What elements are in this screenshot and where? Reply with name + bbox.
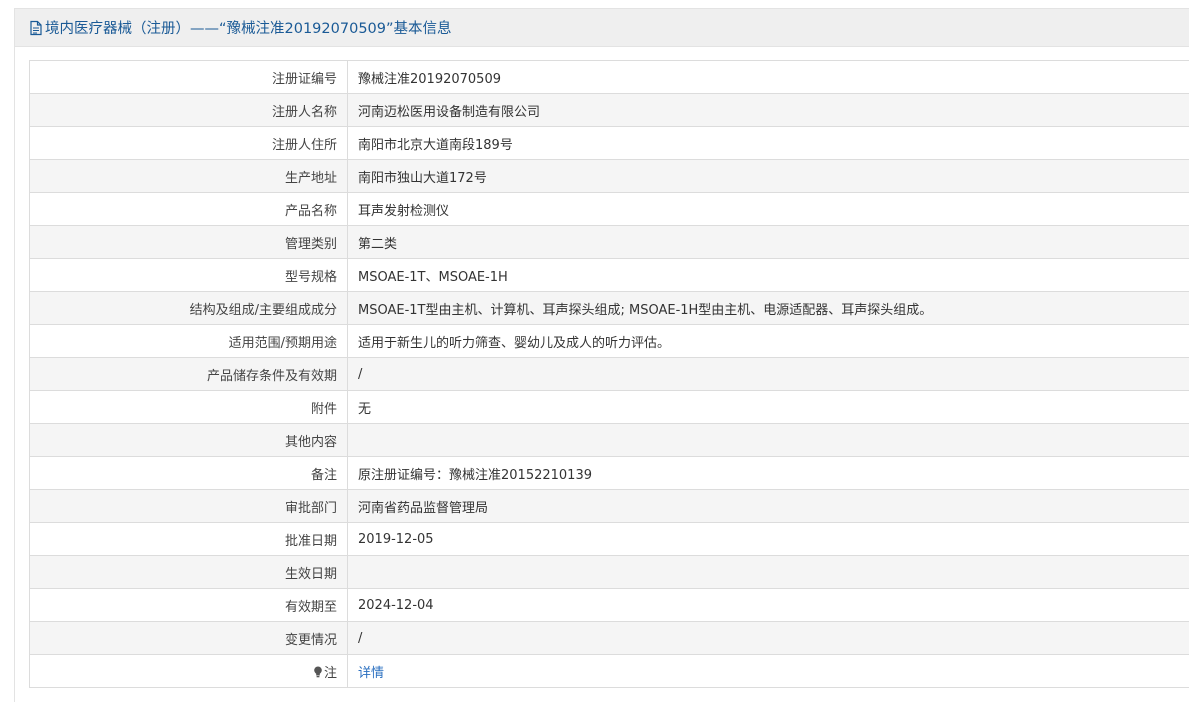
table-row: 备注 原注册证编号：豫械注准20152210139 xyxy=(29,456,1189,490)
field-value xyxy=(347,555,1189,589)
table-row: 有效期至 2024-12-04 xyxy=(29,588,1189,622)
field-value: 原注册证编号：豫械注准20152210139 xyxy=(347,456,1189,490)
table-row: 审批部门 河南省药品监督管理局 xyxy=(29,489,1189,523)
field-value: 2019-12-05 xyxy=(347,522,1189,556)
table-row: 生产地址 南阳市独山大道172号 xyxy=(29,159,1189,193)
field-label: 注册人名称 xyxy=(29,93,348,127)
table-row: 产品名称 耳声发射检测仪 xyxy=(29,192,1189,226)
page-title: 境内医疗器械（注册）——“豫械注准20192070509”基本信息 xyxy=(45,21,452,37)
table-row: 管理类别 第二类 xyxy=(29,225,1189,259)
field-label: 注册人住所 xyxy=(29,126,348,160)
info-table: 注册证编号 豫械注准20192070509 注册人名称 河南迈松医用设备制造有限公司注… xyxy=(29,60,1189,688)
table-row: 型号规格 MSOAE-1T、MSOAE-1H xyxy=(29,258,1189,292)
table-row: 注册人名称 河南迈松医用设备制造有限公司 xyxy=(29,93,1189,127)
field-label: 备注 xyxy=(29,456,348,490)
field-value: 无 xyxy=(347,390,1189,424)
table-row: 生效日期 xyxy=(29,555,1189,589)
field-value: 豫械注准20192070509 xyxy=(347,60,1189,94)
details-link[interactable]: 详情 xyxy=(358,666,384,681)
note-row: 注 详情 xyxy=(29,654,1189,688)
field-label: 生产地址 xyxy=(29,159,348,193)
field-value: 耳声发射检测仪 xyxy=(347,192,1189,226)
field-value: 河南迈松医用设备制造有限公司 xyxy=(347,93,1189,127)
field-label: 生效日期 xyxy=(29,555,348,589)
field-label: 型号规格 xyxy=(29,258,348,292)
field-label: 注册证编号 xyxy=(29,60,348,94)
table-row: 产品储存条件及有效期 / xyxy=(29,357,1189,391)
field-value: 南阳市北京大道南段189号 xyxy=(347,126,1189,160)
field-value: 2024-12-04 xyxy=(347,588,1189,622)
field-label: 批准日期 xyxy=(29,522,348,556)
note-label-cell: 注 xyxy=(29,654,348,688)
field-value: / xyxy=(347,621,1189,655)
field-value: / xyxy=(347,357,1189,391)
field-label: 其他内容 xyxy=(29,423,348,457)
note-value-cell: 详情 xyxy=(347,654,1189,688)
field-label: 产品储存条件及有效期 xyxy=(29,357,348,391)
table-row: 注册人住所 南阳市北京大道南段189号 xyxy=(29,126,1189,160)
info-table-body: 注册证编号 豫械注准20192070509 注册人名称 河南迈松医用设备制造有限公司注… xyxy=(29,60,1189,688)
field-value: 河南省药品监督管理局 xyxy=(347,489,1189,523)
panel-header: 境内医疗器械（注册）——“豫械注准20192070509”基本信息 xyxy=(15,9,1189,47)
field-label: 产品名称 xyxy=(29,192,348,226)
lightbulb-icon xyxy=(313,666,323,678)
table-row: 其他内容 xyxy=(29,423,1189,457)
field-value: 南阳市独山大道172号 xyxy=(347,159,1189,193)
table-row: 附件无 xyxy=(29,390,1189,424)
field-value: 适用于新生儿的听力筛查、婴幼儿及成人的听力评估。 xyxy=(347,324,1189,358)
table-row: 适用范围/预期用途 适用于新生儿的听力筛查、婴幼儿及成人的听力评估。 xyxy=(29,324,1189,358)
table-row: 注册证编号 豫械注准20192070509 xyxy=(29,60,1189,94)
field-label: 审批部门 xyxy=(29,489,348,523)
field-label: 附件 xyxy=(29,390,348,424)
table-row: 变更情况 / xyxy=(29,621,1189,655)
field-label: 有效期至 xyxy=(29,588,348,622)
document-icon xyxy=(29,20,43,36)
note-label: 注 xyxy=(323,665,337,681)
field-value: MSOAE-1T、MSOAE-1H xyxy=(347,258,1189,292)
field-label: 结构及组成/主要组成成分 xyxy=(29,291,348,325)
table-row: 结构及组成/主要组成成分 MSOAE-1T型由主机、计算机、耳声探头组成; MSO… xyxy=(29,291,1189,325)
field-value: 第二类 xyxy=(347,225,1189,259)
field-value xyxy=(347,423,1189,457)
field-label: 适用范围/预期用途 xyxy=(29,324,348,358)
field-value: MSOAE-1T型由主机、计算机、耳声探头组成; MSOAE-1H型由主机、电源… xyxy=(347,291,1189,325)
info-panel: 境内医疗器械（注册）——“豫械注准20192070509”基本信息 注册证编号豫… xyxy=(14,8,1189,702)
field-label: 管理类别 xyxy=(29,225,348,259)
table-row: 批准日期 2019-12-05 xyxy=(29,522,1189,556)
field-label: 变更情况 xyxy=(29,621,348,655)
